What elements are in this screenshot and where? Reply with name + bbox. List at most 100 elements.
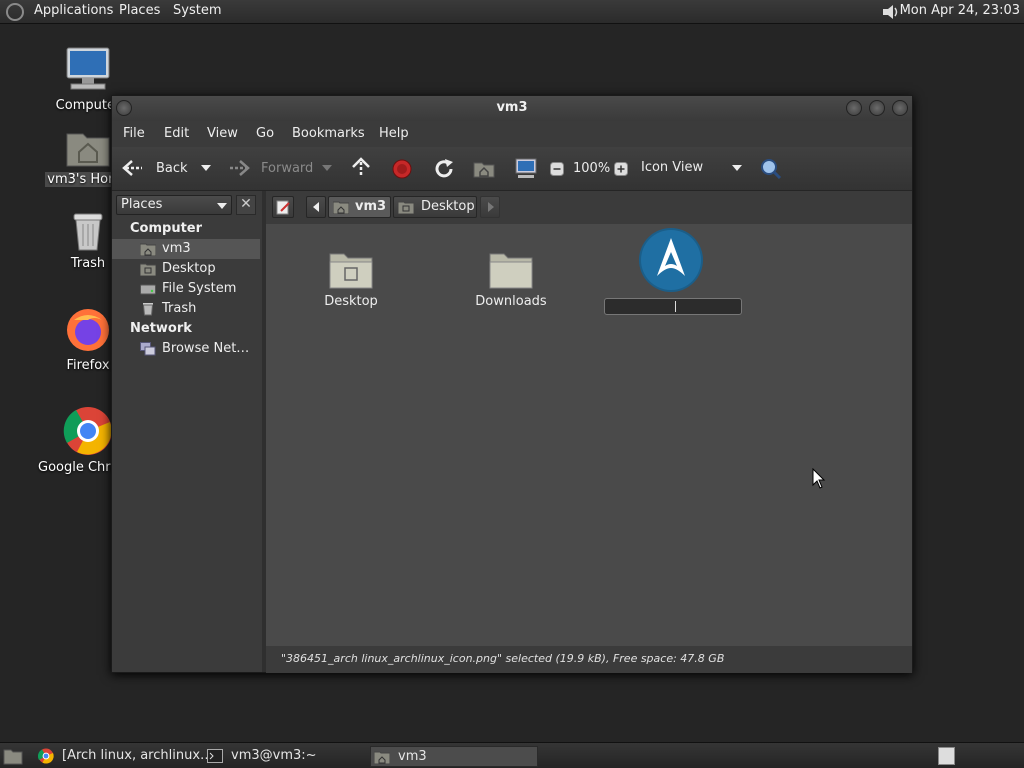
back-button[interactable]: Back xyxy=(156,161,188,176)
back-history-dropdown-icon[interactable] xyxy=(201,165,211,173)
arch-linux-icon xyxy=(639,228,703,292)
home-icon xyxy=(333,201,349,214)
zoom-level: 100% xyxy=(573,161,611,176)
system-menu[interactable]: System xyxy=(173,3,221,18)
stop-icon[interactable] xyxy=(392,159,412,179)
home-icon xyxy=(140,243,156,256)
forward-arrow-icon[interactable] xyxy=(228,159,250,177)
breadcrumb-scroll-right[interactable] xyxy=(480,196,500,218)
maximize-button[interactable] xyxy=(869,100,885,116)
close-sidebar-button[interactable]: ✕ xyxy=(236,195,256,215)
forward-history-dropdown-icon[interactable] xyxy=(322,165,332,173)
location-bar: vm3 Desktop xyxy=(266,191,912,224)
reload-icon[interactable] xyxy=(433,158,455,180)
trash-icon xyxy=(73,213,103,251)
chevron-right-icon xyxy=(488,202,494,212)
up-arrow-icon[interactable] xyxy=(351,157,371,179)
network-icon xyxy=(140,342,156,356)
text-caret xyxy=(675,301,676,312)
zoom-out-icon[interactable] xyxy=(550,162,564,176)
task-label: vm3@vm3:~ xyxy=(231,748,317,763)
workspace-switcher[interactable] xyxy=(938,747,955,765)
sidebar: Places ✕ Computer vm3 Desktop File Syste… xyxy=(112,191,262,672)
desktop-folder-icon xyxy=(329,253,373,289)
firefox-icon xyxy=(67,309,109,351)
task-terminal[interactable]: vm3@vm3:~ xyxy=(204,746,364,767)
chevron-left-icon xyxy=(313,202,319,212)
desktop-folder-icon xyxy=(140,263,156,276)
places-menu[interactable]: Places xyxy=(119,3,160,18)
sidebar-item-desktop[interactable]: Desktop xyxy=(112,259,260,279)
chevron-down-icon xyxy=(217,203,227,209)
sidebar-item-label: Trash xyxy=(162,301,197,316)
mouse-cursor-icon xyxy=(812,468,826,489)
top-panel: Applications Places System Mon Apr 24, 2… xyxy=(0,0,1024,24)
location-edit-toggle[interactable] xyxy=(272,196,294,218)
zoom-in-icon[interactable] xyxy=(614,162,628,176)
menubar: File Edit View Go Bookmarks Help xyxy=(112,121,912,147)
rename-input[interactable] xyxy=(604,298,742,315)
file-item-downloads[interactable]: Downloads xyxy=(451,248,571,309)
home-folder-icon xyxy=(66,133,110,167)
terminal-icon xyxy=(207,749,223,763)
sidebar-item-vm3[interactable]: vm3 xyxy=(112,239,260,259)
menu-help[interactable]: Help xyxy=(379,126,409,141)
sidebar-section-computer: Computer xyxy=(130,221,203,236)
close-button[interactable] xyxy=(892,100,908,116)
minimize-button[interactable] xyxy=(846,100,862,116)
home-folder-icon xyxy=(374,751,390,764)
desktop-icon-label: Firefox xyxy=(66,358,110,373)
computer-icon xyxy=(66,47,110,90)
search-icon[interactable] xyxy=(760,158,782,180)
view-mode-select[interactable]: Icon View xyxy=(641,160,703,175)
desktop-icon-label: Trash xyxy=(70,256,106,271)
places-combo-label: Places xyxy=(121,197,163,212)
task-file-manager[interactable]: vm3 xyxy=(370,746,538,767)
task-label: [Arch linux, archlinux… xyxy=(62,748,214,763)
desktop-folder-icon xyxy=(398,201,414,214)
sidebar-item-label: Browse Net… xyxy=(162,341,250,356)
menu-view[interactable]: View xyxy=(207,126,238,141)
menu-edit[interactable]: Edit xyxy=(164,126,189,141)
distro-logo-icon[interactable] xyxy=(6,3,24,21)
breadcrumb-label: Desktop xyxy=(421,199,475,214)
folder-icon xyxy=(489,253,533,289)
status-text: "386451_arch linux_archlinux_icon.png" s… xyxy=(281,652,725,665)
sidebar-item-label: Desktop xyxy=(162,261,216,276)
toolbar: Back Forward 100% Icon View xyxy=(112,147,912,191)
forward-button[interactable]: Forward xyxy=(261,161,313,176)
sidebar-item-trash[interactable]: Trash xyxy=(112,299,260,319)
window-titlebar[interactable]: vm3 xyxy=(112,96,912,121)
trash-icon xyxy=(142,303,154,316)
file-icon-view[interactable]: Desktop Downloads xyxy=(266,224,912,646)
home-folder-icon[interactable] xyxy=(473,160,495,178)
file-name: Downloads xyxy=(475,294,547,309)
breadcrumb-vm3[interactable]: vm3 xyxy=(328,196,391,218)
places-combo[interactable]: Places xyxy=(116,195,232,215)
menu-file[interactable]: File xyxy=(123,126,145,141)
view-mode-dropdown-icon[interactable] xyxy=(732,165,742,173)
breadcrumb-scroll-left[interactable] xyxy=(306,196,326,218)
breadcrumb-desktop[interactable]: Desktop xyxy=(393,196,477,218)
sidebar-item-file-system[interactable]: File System xyxy=(112,279,260,299)
file-item-arch-linux-icon[interactable] xyxy=(611,226,731,298)
file-item-desktop[interactable]: Desktop xyxy=(291,248,411,309)
sidebar-section-network: Network xyxy=(130,321,192,336)
computer-icon[interactable] xyxy=(514,158,538,180)
file-name: Desktop xyxy=(324,294,378,309)
task-chrome[interactable]: [Arch linux, archlinux… xyxy=(36,746,213,767)
show-desktop-icon[interactable] xyxy=(3,747,23,765)
breadcrumb-label: vm3 xyxy=(355,199,387,214)
bottom-panel: [Arch linux, archlinux… vm3@vm3:~ vm3 xyxy=(0,742,1024,768)
task-label: vm3 xyxy=(398,749,427,764)
menu-go[interactable]: Go xyxy=(256,126,274,141)
chrome-icon xyxy=(38,748,54,764)
applications-menu[interactable]: Applications xyxy=(34,3,113,18)
back-arrow-icon[interactable] xyxy=(122,159,144,177)
drive-icon xyxy=(140,284,156,295)
menu-bookmarks[interactable]: Bookmarks xyxy=(292,126,365,141)
sidebar-item-label: File System xyxy=(162,281,237,296)
clock[interactable]: Mon Apr 24, 23:03 xyxy=(900,3,1020,18)
sidebar-item-browse-network[interactable]: Browse Net… xyxy=(112,339,260,359)
statusbar: "386451_arch linux_archlinux_icon.png" s… xyxy=(266,646,912,673)
